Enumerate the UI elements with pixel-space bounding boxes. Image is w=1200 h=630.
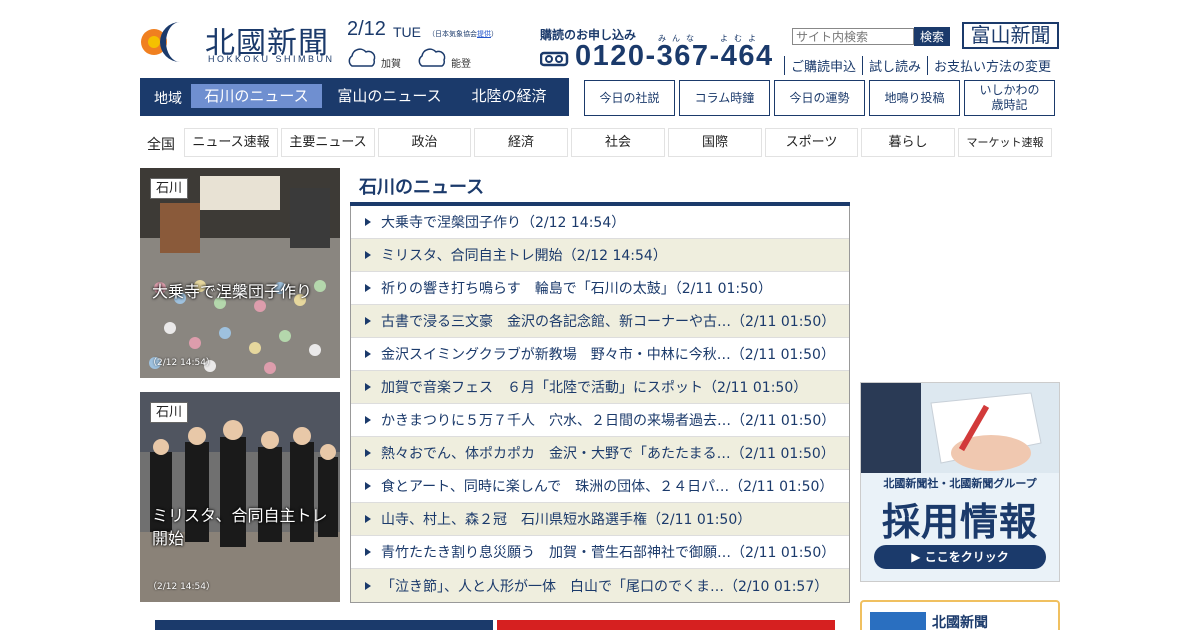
cat-main-news[interactable]: 主要ニュース (281, 128, 375, 157)
editorial-link[interactable]: 今日の社説 (584, 80, 675, 116)
toyama-shimbun-logo[interactable]: 富山新聞 (962, 22, 1059, 49)
news-item[interactable]: 金沢スイミングクラブが新教場 野々市・中林に今秋…（2/11 01:50） (351, 338, 849, 371)
region-nav: 地域 石川のニュース 富山のニュース 北陸の経済 (140, 78, 569, 116)
weekday: TUE (393, 24, 421, 40)
tab-hokuriku-economy[interactable]: 北陸の経済 (458, 84, 560, 108)
cat-news-flash[interactable]: ニュース速報 (184, 128, 278, 157)
cat-economy[interactable]: 経済 (474, 128, 568, 157)
arrow-right-icon (365, 284, 371, 292)
news-item[interactable]: 古書で浸る三文豪 金沢の各記念館、新コーナーや古…（2/11 01:50） (351, 305, 849, 338)
bottom-banner-right[interactable] (497, 620, 835, 630)
news-item[interactable]: 「泣き節」、人と人形が一体 白山で「尾口のでくま…（2/10 01:57） (351, 569, 849, 602)
arrow-right-icon (365, 581, 371, 590)
weather-area-label: 加賀 (381, 59, 401, 70)
subscribe-link[interactable]: ご購読申込 (784, 56, 862, 75)
arrow-right-icon (365, 482, 371, 490)
photo-card-time: （2/12 14:54） (148, 358, 216, 368)
news-item[interactable]: 大乗寺で涅槃団子作り（2/12 14:54） (351, 206, 849, 239)
arrow-right-icon (365, 548, 371, 556)
cat-market[interactable]: マーケット速報 (958, 128, 1052, 157)
reader-post-link[interactable]: 地鳴り投稿 (869, 80, 960, 116)
seasonal-calendar-link[interactable]: いしかわの 歳時記 (964, 80, 1055, 116)
region-tag: 石川 (150, 402, 189, 423)
news-item[interactable]: 食とアート、同時に楽しんで 珠洲の団体、２４日パ…（2/11 01:50） (351, 470, 849, 503)
trial-link[interactable]: 試し読み (862, 56, 927, 75)
arrow-right-icon (365, 317, 371, 325)
arrow-right-icon (365, 416, 371, 424)
weather-noto[interactable]: 能登 (416, 44, 486, 70)
category-label-national[interactable]: 全国 (147, 134, 175, 154)
recruit-ad-title: 採用情報 (881, 500, 1038, 544)
arrow-right-icon (365, 350, 371, 358)
arrow-right-icon (365, 383, 371, 391)
site-search-input[interactable] (792, 28, 914, 45)
news-item[interactable]: ミリスタ、合同自主トレ開始（2/12 14:54） (351, 239, 849, 272)
cat-international[interactable]: 国際 (668, 128, 762, 157)
cat-politics[interactable]: 政治 (378, 128, 471, 157)
logo-english: HOKKOKU SHIMBUN (208, 54, 335, 64)
photo-card-time: （2/12 14:54） (148, 582, 216, 592)
logo-mark-icon (141, 22, 180, 62)
news-item[interactable]: 熱々おでん、体ポカポカ 金沢・大野で「あたたまる…（2/11 01:50） (351, 437, 849, 470)
cloud-icon (418, 48, 446, 67)
photo-card-title[interactable]: ミリスタ、合同自主トレ開始 (152, 504, 332, 550)
news-list: 大乗寺で涅槃団子作り（2/12 14:54） ミリスタ、合同自主トレ開始（2/1… (350, 206, 850, 603)
weather-area-label: 能登 (451, 59, 471, 70)
news-item[interactable]: 青竹たたき割り息災願う 加賀・菅生石部神社で御願…（2/11 01:50） (351, 536, 849, 569)
tab-ishikawa-news[interactable]: 石川のニュース (191, 84, 322, 108)
column-jisho-link[interactable]: コラム時鐘 (679, 80, 770, 116)
weather-source-link[interactable]: 提供 (477, 30, 491, 38)
bottom-ad-text: 北國新聞 (932, 615, 988, 630)
tab-toyama-news[interactable]: 富山のニュース (325, 84, 454, 108)
recruit-click-button[interactable]: ▶ ここをクリック (874, 545, 1046, 569)
weather-kaga[interactable]: 加賀 (346, 44, 416, 70)
photo-card-title[interactable]: 大乗寺で涅槃団子作り (152, 280, 332, 303)
news-item[interactable]: 祈りの響き打ち鳴らす 輪島で「石川の太鼓」（2/11 01:50） (351, 272, 849, 305)
region-tag: 石川 (150, 178, 189, 199)
arrow-right-icon (365, 251, 371, 259)
free-dial-icon (540, 51, 569, 67)
bottom-banner-left[interactable] (155, 620, 493, 630)
training-photo (140, 392, 340, 602)
news-item[interactable]: 加賀で音楽フェス ６月「北陸で活動」にスポット（2/11 01:50） (351, 371, 849, 404)
page: 北國新聞 HOKKOKU SHIMBUN 2/12 TUE （日本気象協会提供）… (0, 0, 1200, 630)
photo-card-millista[interactable]: 石川 ミリスタ、合同自主トレ開始 （2/12 14:54） (140, 392, 340, 602)
news-item[interactable]: 山寺、村上、森２冠 石川県短水路選手権（2/11 01:50） (351, 503, 849, 536)
site-logo[interactable]: 北國新聞 HOKKOKU SHIMBUN (140, 16, 340, 66)
search-button[interactable]: 検索 (914, 27, 950, 46)
bottom-right-ad[interactable]: 北國新聞 (860, 600, 1060, 630)
recruit-ad-subtitle: 北國新聞社・北國新聞グループ (883, 477, 1037, 490)
cat-sports[interactable]: スポーツ (765, 128, 858, 157)
dango-photo (140, 168, 340, 378)
arrow-right-icon (365, 449, 371, 457)
payment-change-link[interactable]: お支払い方法の変更 (927, 56, 1057, 75)
cat-society[interactable]: 社会 (571, 128, 665, 157)
current-date: 2/12 (347, 18, 386, 40)
section-title: 石川のニュース (359, 177, 485, 198)
cat-life[interactable]: 暮らし (861, 128, 955, 157)
horoscope-link[interactable]: 今日の運勢 (774, 80, 865, 116)
subscribe-phone-number[interactable]: 0120-367-464 (575, 40, 774, 73)
region-label: 地域 (154, 91, 182, 107)
arrow-right-icon (365, 515, 371, 523)
photo-card-dango[interactable]: 石川 大乗寺で涅槃団子作り （2/12 14:54） (140, 168, 340, 378)
arrow-right-icon (365, 218, 371, 226)
recruit-ad-banner[interactable]: 北國新聞社・北國新聞グループ 採用情報 ▶ ここをクリック (860, 382, 1060, 582)
header-links: ご購読申込 試し読み お支払い方法の変更 (784, 56, 1065, 75)
ad-logo-block (870, 612, 926, 630)
weather-source: （日本気象協会提供） (428, 30, 498, 38)
cloud-icon (348, 48, 376, 67)
news-item[interactable]: かきまつりに５万７千人 穴水、２日間の来場者過去…（2/11 01:50） (351, 404, 849, 437)
